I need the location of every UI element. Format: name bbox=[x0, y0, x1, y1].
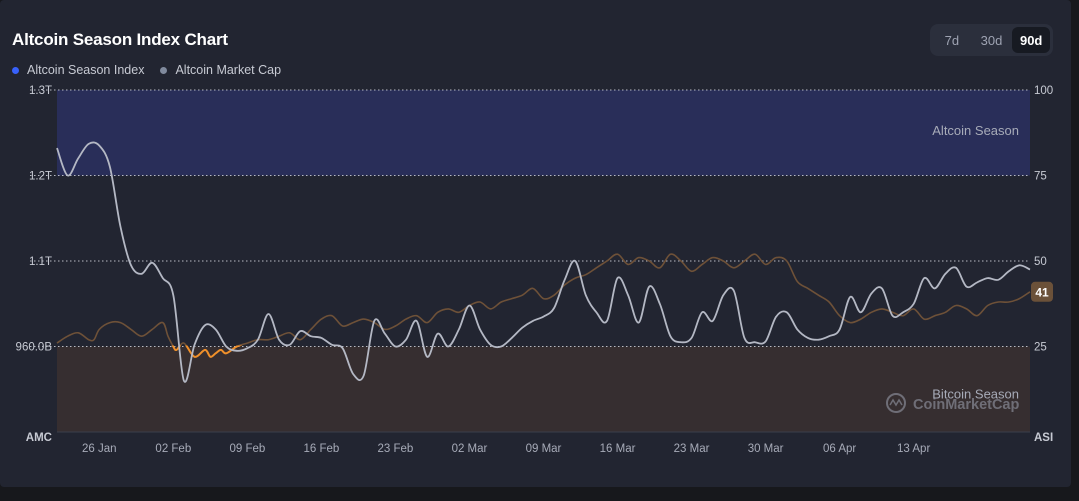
x-tick-label: 02 Feb bbox=[155, 443, 191, 455]
x-tick-label: 06 Apr bbox=[823, 443, 856, 455]
x-tick-label: 30 Mar bbox=[748, 443, 784, 455]
chart-card: Altcoin Season Index Chart Altcoin Seaso… bbox=[0, 0, 1071, 487]
x-tick-label: 16 Mar bbox=[600, 443, 636, 455]
left-tick-label: 1.3T bbox=[29, 85, 52, 97]
left-tick-label: 1.1T bbox=[29, 256, 52, 268]
right-tick-label: 25 bbox=[1034, 342, 1047, 354]
right-tick-label: 100 bbox=[1034, 85, 1053, 97]
asi-series-line bbox=[56, 253, 1031, 358]
left-tick-label: 1.2T bbox=[29, 171, 52, 183]
left-axis-label: AMC bbox=[26, 432, 52, 444]
asi-series-line-bitcoin-zone bbox=[171, 345, 243, 358]
x-tick-label: 26 Jan bbox=[82, 443, 117, 455]
watermark-text: CoinMarketCap bbox=[913, 397, 1019, 413]
x-tick-label: 13 Apr bbox=[897, 443, 930, 455]
left-tick-label: 960.0B bbox=[16, 342, 53, 354]
right-tick-label: 75 bbox=[1034, 171, 1047, 183]
zone-band-1 bbox=[57, 346, 1030, 432]
zone-band-0 bbox=[57, 90, 1030, 176]
zone-label-altcoin-season: Altcoin Season bbox=[932, 123, 1019, 138]
x-tick-label: 23 Feb bbox=[378, 443, 414, 455]
x-tick-label: 23 Mar bbox=[674, 443, 710, 455]
x-tick-label: 02 Mar bbox=[452, 443, 488, 455]
x-tick-label: 09 Mar bbox=[526, 443, 562, 455]
x-tick-label: 09 Feb bbox=[229, 443, 265, 455]
x-tick-label: 16 Feb bbox=[303, 443, 339, 455]
right-tick-label: 50 bbox=[1034, 256, 1047, 268]
right-axis-label: ASI bbox=[1034, 432, 1053, 444]
chart-plot: Altcoin SeasonBitcoin Season 1.3T1.2T1.1… bbox=[16, 85, 1054, 455]
current-asi-value: 41 bbox=[1035, 285, 1049, 299]
